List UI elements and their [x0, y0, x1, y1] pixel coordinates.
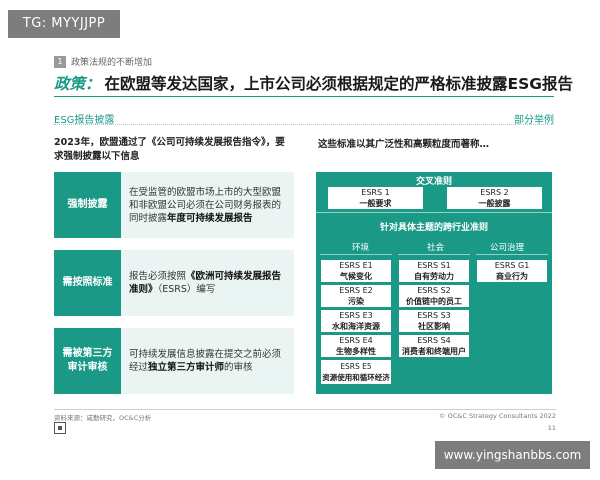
column-divider: [398, 254, 470, 255]
page-number: 11: [547, 424, 556, 432]
row-tail-text: 的审核: [224, 362, 253, 373]
esrs-code: ESRS E4: [339, 336, 373, 345]
row-label-audit: 需被第三方审计审核: [54, 328, 121, 394]
watermark-top: TG: MYYJJPP: [8, 10, 120, 38]
esrs-e1-box: ESRS E1 气候变化: [321, 260, 391, 282]
watermark-bottom: www.yingshanbbs.com: [435, 441, 590, 469]
row-bold-text: 独立第三方审计师: [148, 362, 225, 373]
esrs-s1-box: ESRS S1 自有劳动力: [399, 260, 469, 282]
esrs-code: ESRS E3: [339, 311, 373, 320]
esrs-name: 社区影响: [418, 322, 450, 331]
esrs-code: ESRS S1: [417, 261, 451, 270]
esrs-e2-box: ESRS E2 污染: [321, 285, 391, 307]
row-label-mandatory: 强制披露: [54, 172, 121, 238]
footer-source: 资料来源：咸勤研究，OC&C分析: [54, 414, 152, 422]
column-head-environment: 环境: [352, 243, 370, 253]
esrs-code: ESRS 2: [480, 188, 509, 197]
row-text: 报告必须按照: [129, 271, 187, 282]
esrs-2-box: ESRS 2 一般披露: [447, 187, 542, 209]
section-number: 1: [54, 56, 66, 68]
esrs-s4-box: ESRS S4 消费者和终端用户: [399, 335, 469, 357]
esrs-name: 气候变化: [340, 272, 372, 281]
esrs-name: 污染: [348, 297, 364, 306]
esrs-name: 水和海洋资源: [332, 322, 380, 331]
esrs-name: 一般披露: [478, 199, 511, 208]
esrs-code: ESRS E1: [339, 261, 373, 270]
row-body-standard: 报告必须按照《欧洲可持续发展报告准则》（ESRS）编写: [121, 250, 294, 316]
row-tail-text: （ESRS）编写: [157, 284, 216, 295]
topic-standards-title: 针对具体主题的跨行业准则: [379, 223, 488, 233]
column-divider: [476, 254, 548, 255]
column-head-governance: 公司治理: [490, 243, 525, 253]
esrs-name: 生物多样性: [336, 347, 376, 356]
row-body-mandatory: 在受监管的欧盟市场上市的大型欧盟和非欧盟公司必须在公司财务报表的同时披露年度可持…: [121, 172, 294, 238]
esrs-s3-box: ESRS S3 社区影响: [399, 310, 469, 332]
logo-icon: [54, 422, 66, 434]
esrs-e3-box: ESRS E3 水和海洋资源: [321, 310, 391, 332]
row-bold-text: 年度可持续发展报告: [167, 212, 253, 224]
esrs-code: ESRS S3: [417, 311, 451, 320]
esrs-code: ESRS E5: [340, 362, 372, 371]
esrs-name: 消费者和终端用户: [402, 347, 466, 356]
esrs-name: 价值链中的员工: [406, 297, 462, 306]
esrs-code: ESRS S2: [417, 286, 451, 295]
title-text: 在欧盟等发达国家，上市公司必须根据规定的严格标准披露ESG报告: [104, 75, 573, 93]
title-prefix: 政策：: [54, 75, 101, 93]
row-label-standard: 需按照标准: [54, 250, 121, 316]
esrs-s2-box: ESRS S2 价值链中的员工: [399, 285, 469, 307]
row-body-audit: 可持续发展信息披露在提交之前必须经过独立第三方审计师的审核: [121, 328, 294, 394]
page-title: 政策： 在欧盟等发达国家，上市公司必须根据规定的严格标准披露ESG报告: [54, 72, 573, 94]
esrs-name: 一般要求: [359, 199, 392, 208]
footer-divider: [54, 409, 556, 410]
esrs-name: 自有劳动力: [414, 272, 454, 281]
esrs-code: ESRS 1: [361, 188, 390, 197]
esrs-code: ESRS E2: [339, 286, 373, 295]
intro-left: 2023年，欧盟通过了《公司可持续发展报告指令》，要求强制披露以下信息: [54, 137, 285, 162]
esrs-e5-box: ESRS E5 资源使用和循环经济: [321, 360, 391, 384]
title-divider: [54, 96, 554, 97]
esrs-code: ESRS S4: [417, 336, 451, 345]
dotted-divider: [54, 124, 554, 125]
column-head-social: 社会: [427, 243, 445, 253]
intro-right: 这些标准以其广泛性和高颗粒度而著称…: [318, 139, 490, 150]
esrs-e4-box: ESRS E4 生物多样性: [321, 335, 391, 357]
esrs-code: ESRS G1: [494, 261, 530, 270]
footer-copyright: © OC&C Strategy Consultants 2022: [439, 412, 556, 420]
cross-standards-title: 交叉准则: [415, 177, 452, 187]
esrs-name: 商业行为: [496, 272, 528, 281]
esrs-1-box: ESRS 1 一般要求: [328, 187, 423, 209]
panel-separator: [316, 212, 552, 213]
section-label: 政策法规的不断增加: [71, 58, 153, 68]
esrs-g1-box: ESRS G1 商业行为: [477, 260, 547, 282]
column-divider: [320, 254, 392, 255]
esrs-name: 资源使用和循环经济: [322, 373, 390, 382]
